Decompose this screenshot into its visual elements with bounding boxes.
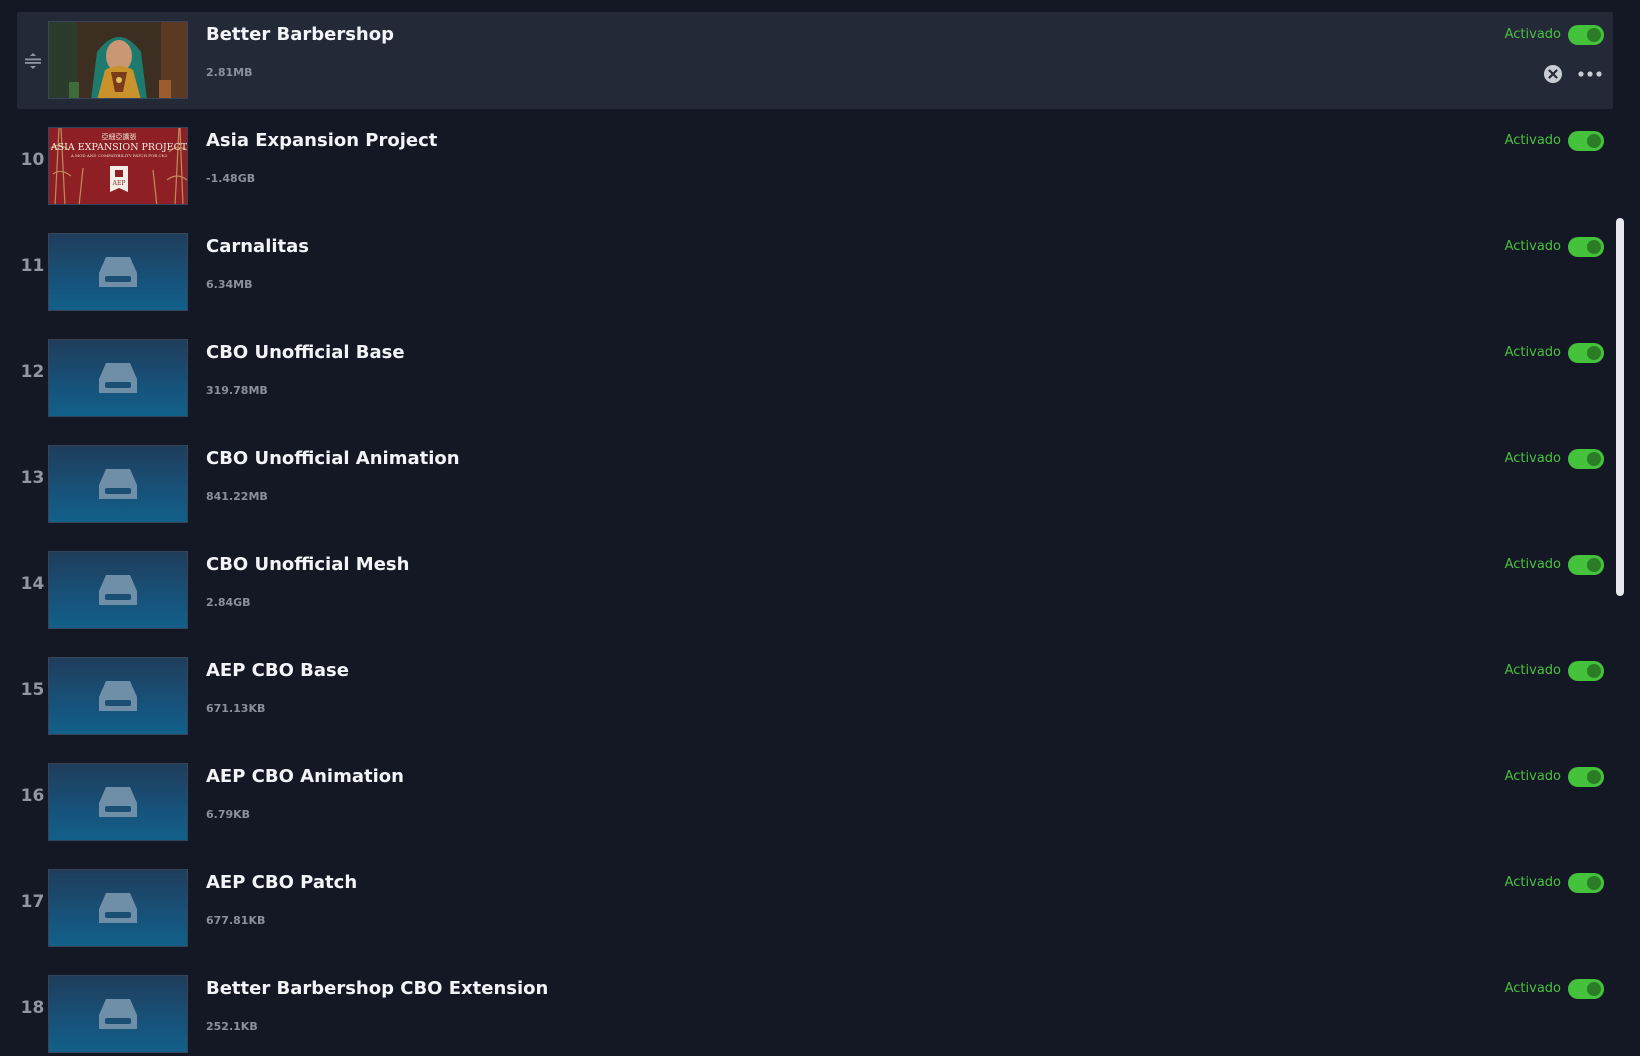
mod-thumbnail <box>48 445 188 523</box>
mod-name: Better Barbershop <box>206 24 394 45</box>
mod-size: 2.81MB <box>206 66 253 79</box>
remove-icon[interactable] <box>1543 64 1563 84</box>
banner-small-text: 亞細亞擴張 <box>102 132 137 141</box>
scrollbar-thumb[interactable] <box>1616 218 1624 596</box>
mod-name: Carnalitas <box>206 236 309 257</box>
mod-row[interactable]: 10 亞細亞擴張 ASIA EXPANSION PROJECT A MOD AN… <box>17 118 1613 215</box>
status-label: Activado <box>1504 27 1561 42</box>
status-label: Activado <box>1504 981 1561 996</box>
status-label: Activado <box>1504 239 1561 254</box>
enable-toggle[interactable] <box>1568 343 1604 363</box>
mod-thumbnail <box>48 869 188 947</box>
banner-logo: AEP <box>112 180 126 187</box>
mod-name: CBO Unofficial Mesh <box>206 554 410 575</box>
mod-row[interactable]: Better Barbershop 2.81MB Activado <box>17 12 1613 109</box>
mod-row[interactable]: 17 AEP CBO Patch 677.81KB Activado <box>17 860 1613 957</box>
mod-size: 671.13KB <box>206 702 266 715</box>
status-label: Activado <box>1504 133 1561 148</box>
load-order-number: 15 <box>20 680 45 700</box>
mod-thumbnail <box>48 551 188 629</box>
asia-banner-image: 亞細亞擴張 ASIA EXPANSION PROJECT A MOD AND C… <box>48 127 188 205</box>
status-label: Activado <box>1504 451 1561 466</box>
mod-name: CBO Unofficial Animation <box>206 448 460 469</box>
load-order-number: 17 <box>20 892 45 912</box>
mod-size: 252.1KB <box>206 1020 258 1033</box>
mod-name: AEP CBO Base <box>206 660 349 681</box>
load-order-number: 18 <box>20 998 45 1018</box>
enable-toggle[interactable] <box>1568 767 1604 787</box>
enable-toggle[interactable] <box>1568 25 1604 45</box>
banner-subtitle: A MOD AND COMPATIBILITY PATCH FOR CK3 <box>70 153 168 158</box>
mod-thumbnail <box>48 657 188 735</box>
mod-size: 319.78MB <box>206 384 268 397</box>
load-order-number: 11 <box>20 256 45 276</box>
mod-row[interactable]: 12 CBO Unofficial Base 319.78MB Activado <box>17 330 1613 427</box>
enable-toggle[interactable] <box>1568 449 1604 469</box>
more-options-icon[interactable] <box>1576 64 1604 84</box>
mod-size: -1.48GB <box>206 172 256 185</box>
enable-toggle[interactable] <box>1568 979 1604 999</box>
mod-thumbnail <box>48 975 188 1053</box>
mod-row[interactable]: 13 CBO Unofficial Animation 841.22MB Act… <box>17 436 1613 533</box>
status-label: Activado <box>1504 875 1561 890</box>
load-order-number: 13 <box>20 468 45 488</box>
load-order-number: 12 <box>20 362 45 382</box>
mod-row[interactable]: 16 AEP CBO Animation 6.79KB Activado <box>17 754 1613 851</box>
mod-name: Better Barbershop CBO Extension <box>206 978 549 999</box>
load-order-number: 14 <box>20 574 45 594</box>
mod-thumbnail <box>48 339 188 417</box>
enable-toggle[interactable] <box>1568 237 1604 257</box>
status-label: Activado <box>1504 769 1561 784</box>
enable-toggle[interactable] <box>1568 873 1604 893</box>
status-label: Activado <box>1504 345 1561 360</box>
load-order-number: 16 <box>20 786 45 806</box>
mod-size: 841.22MB <box>206 490 268 503</box>
mod-size: 6.79KB <box>206 808 251 821</box>
mod-row[interactable]: 14 CBO Unofficial Mesh 2.84GB Activado <box>17 542 1613 639</box>
mod-list-view: Better Barbershop 2.81MB Activado 10 亞細亞… <box>0 0 1640 1056</box>
mod-name: Asia Expansion Project <box>206 130 438 151</box>
drag-handle-icon[interactable] <box>22 50 44 72</box>
status-label: Activado <box>1504 557 1561 572</box>
mod-size: 677.81KB <box>206 914 266 927</box>
mod-thumbnail <box>48 763 188 841</box>
mod-name: AEP CBO Patch <box>206 872 358 893</box>
status-label: Activado <box>1504 663 1561 678</box>
mod-row[interactable]: 11 Carnalitas 6.34MB Activado <box>17 224 1613 321</box>
mod-row[interactable]: 15 AEP CBO Base 671.13KB Activado <box>17 648 1613 745</box>
enable-toggle[interactable] <box>1568 131 1604 151</box>
mod-size: 2.84GB <box>206 596 251 609</box>
portrait-image <box>48 21 188 99</box>
enable-toggle[interactable] <box>1568 555 1604 575</box>
mod-size: 6.34MB <box>206 278 253 291</box>
mod-name: AEP CBO Animation <box>206 766 404 787</box>
load-order-number: 10 <box>20 150 45 170</box>
mod-thumbnail <box>48 233 188 311</box>
banner-title: ASIA EXPANSION PROJECT <box>50 142 188 153</box>
mod-row[interactable]: 18 Better Barbershop CBO Extension 252.1… <box>17 966 1613 1056</box>
mod-name: CBO Unofficial Base <box>206 342 405 363</box>
enable-toggle[interactable] <box>1568 661 1604 681</box>
